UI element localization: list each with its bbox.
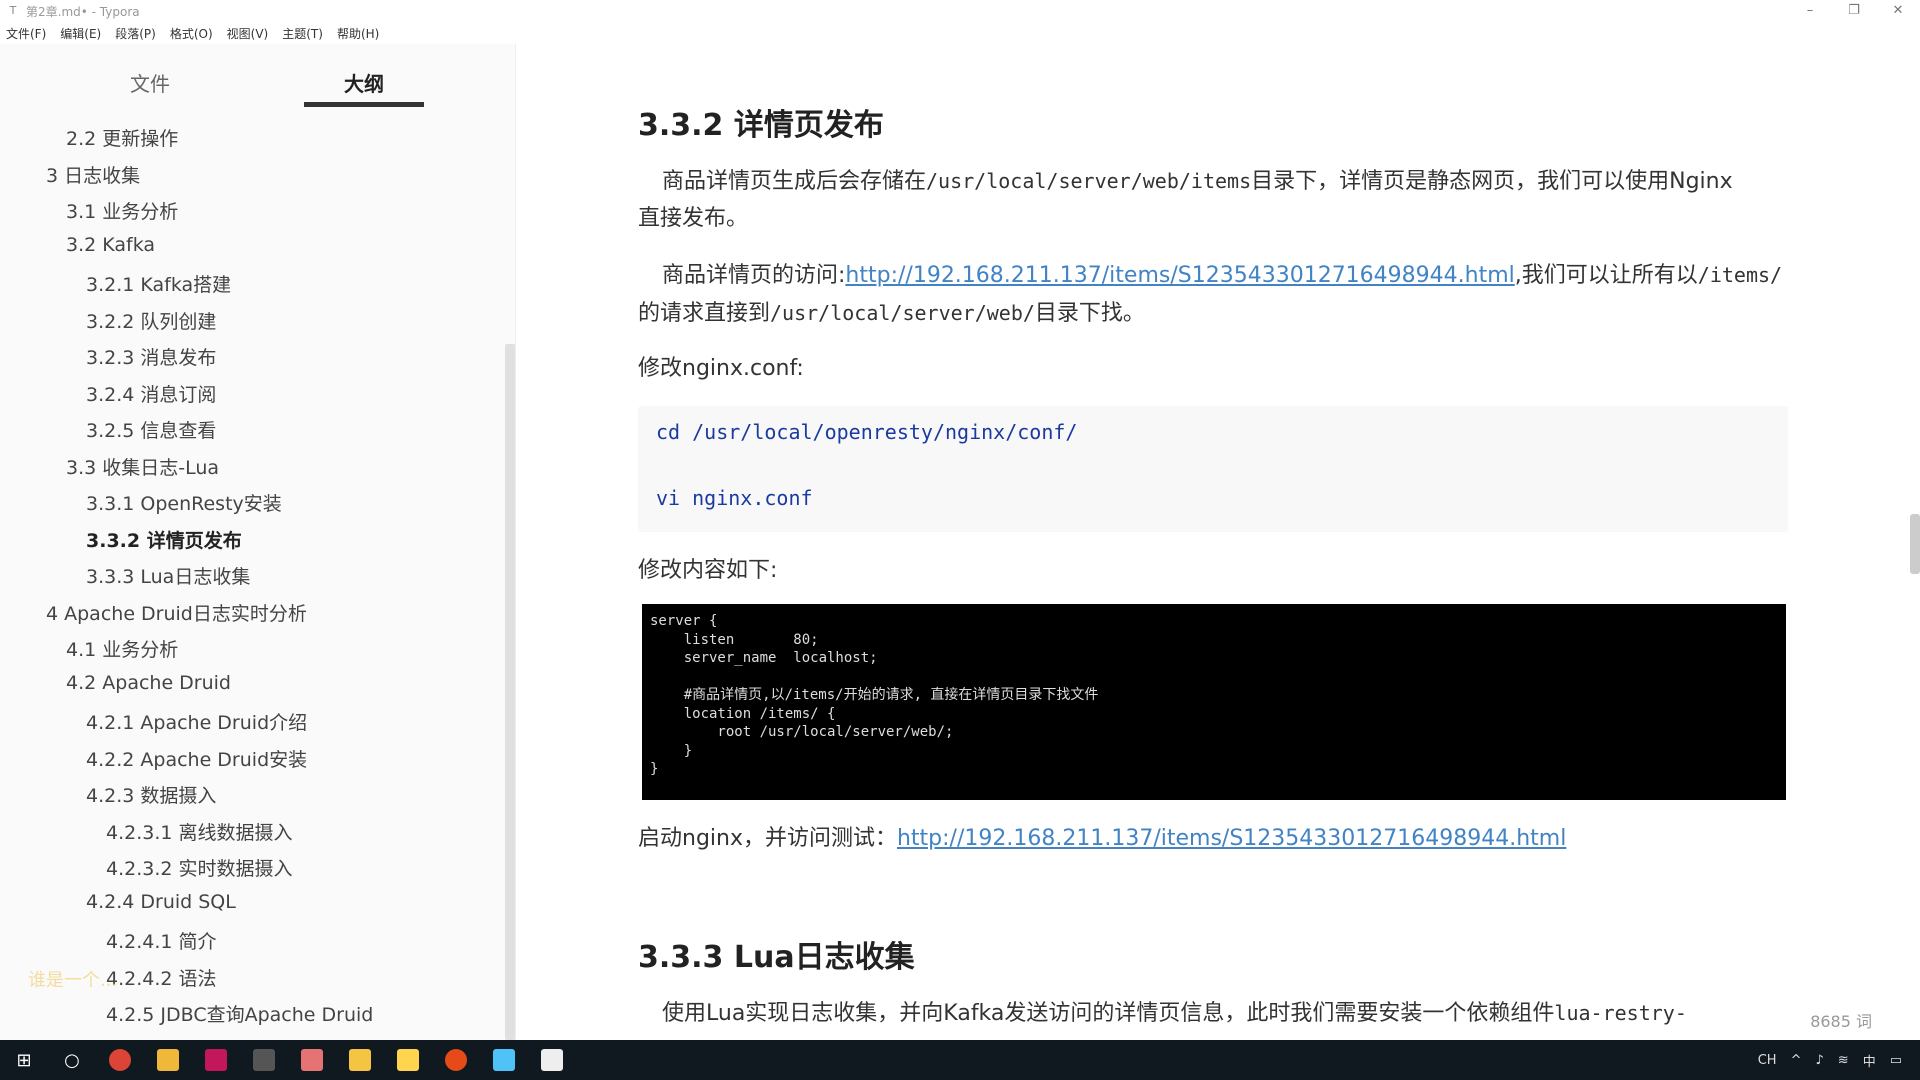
outline-item[interactable]: 4.2.3 数据摄入 <box>86 781 216 808</box>
heading-333: 3.3.3 Lua日志收集 <box>638 940 915 975</box>
window-title: 第2章.md• - Typora <box>26 4 140 19</box>
outline-item[interactable]: 3.2.1 Kafka搭建 <box>86 270 231 297</box>
sidebar: 文件 大纲 2.2 更新操作 3 日志收集 3.1 业务分析 3.2 Kafka 3.2… <box>0 44 516 1040</box>
outline-item[interactable]: 4.1 业务分析 <box>66 635 178 662</box>
paragraph-1-cont: 直接发布。 <box>638 206 749 231</box>
sidebar-scrollbar[interactable] <box>505 344 515 1040</box>
outline-item[interactable]: 3.2.3 消息发布 <box>86 343 216 370</box>
taskbar: ⊞ ○ CH ^ ♪ ≋ 中 ▭ <box>0 1040 1920 1080</box>
tab-underline <box>304 102 424 107</box>
explorer-icon[interactable] <box>480 1040 528 1080</box>
detail-page-link[interactable]: http://192.168.211.137/items/S1235433012… <box>845 263 1514 288</box>
menu-help[interactable]: 帮助(H) <box>337 25 379 42</box>
notification-icon[interactable]: ▭ <box>1890 1053 1902 1068</box>
typora-app-icon: T <box>9 4 17 17</box>
outline-item[interactable]: 3.2 Kafka <box>66 234 155 256</box>
minimize-button[interactable]: – <box>1788 0 1832 22</box>
nginx-config-screenshot: server { listen 80; server_name localhos… <box>642 604 1786 800</box>
terminal-icon[interactable] <box>240 1040 288 1080</box>
typora-icon[interactable] <box>144 1040 192 1080</box>
menu-file[interactable]: 文件(F) <box>6 25 46 42</box>
tab-files[interactable]: 文件 <box>130 68 170 97</box>
heading-332: 3.3.2 详情页发布 <box>638 108 884 143</box>
editor-area[interactable]: 3.3.2 详情页发布 商品详情页生成后会存储在/usr/local/serve… <box>516 44 1920 1040</box>
folder-icon[interactable] <box>336 1040 384 1080</box>
code-line-2: vi nginx.conf <box>656 486 813 510</box>
word-count[interactable]: 8685 词 <box>1810 1008 1872 1032</box>
chevron-up-icon[interactable]: ^ <box>1791 1053 1802 1068</box>
paragraph-4: 修改内容如下: <box>638 558 778 583</box>
notes-icon[interactable] <box>528 1040 576 1080</box>
outline-item[interactable]: 3.1 业务分析 <box>66 197 178 224</box>
test-link[interactable]: http://192.168.211.137/items/S1235433012… <box>897 826 1566 851</box>
paragraph-2: 商品详情页的访问:http://192.168.211.137/items/S1… <box>662 263 1783 288</box>
outline-item[interactable]: 3.2.5 信息查看 <box>86 416 216 443</box>
close-button[interactable]: ✕ <box>1876 0 1920 22</box>
menu-view[interactable]: 视图(V) <box>227 25 269 42</box>
code-line-1: cd /usr/local/openresty/nginx/conf/ <box>656 420 1078 444</box>
restore-button[interactable]: ❐ <box>1832 0 1876 22</box>
outline-item[interactable]: 4.2.2 Apache Druid安装 <box>86 745 307 772</box>
screen-icon[interactable] <box>288 1040 336 1080</box>
watermark: 谁是一个... <box>28 970 118 991</box>
code-block[interactable]: cd /usr/local/openresty/nginx/conf/ vi n… <box>638 406 1788 532</box>
paragraph-6: 使用Lua实现日志收集，并向Kafka发送访问的详情页信息，此时我们需要安装一个… <box>662 1001 1687 1026</box>
outline-item[interactable]: 4.2.3.2 实时数据摄入 <box>106 854 293 881</box>
sidebar-tabs: 文件 大纲 <box>0 44 515 108</box>
outline-item[interactable]: 4 Apache Druid日志实时分析 <box>46 599 307 626</box>
inline-code-web-path: /usr/local/server/web/ <box>770 301 1035 325</box>
outline-item[interactable]: 2.2 更新操作 <box>66 124 178 151</box>
inline-code-items-path: /usr/local/server/web/items <box>926 169 1252 193</box>
paragraph-3: 修改nginx.conf: <box>638 356 804 381</box>
outline-item[interactable]: 3.2.2 队列创建 <box>86 307 216 334</box>
volume-icon[interactable]: ♪ <box>1815 1053 1823 1068</box>
paint-icon[interactable] <box>384 1040 432 1080</box>
tab-outline[interactable]: 大纲 <box>344 68 384 97</box>
menu-bar: 文件(F) 编辑(E) 段落(P) 格式(O) 视图(V) 主题(T) 帮助(H… <box>0 22 1920 44</box>
menu-format[interactable]: 格式(O) <box>170 25 213 42</box>
search-icon[interactable]: ○ <box>48 1040 96 1080</box>
lang-indicator[interactable]: CH <box>1758 1053 1777 1068</box>
outline-item[interactable]: 4.2 Apache Druid <box>66 672 231 694</box>
outline-item[interactable]: 3.3 收集日志-Lua <box>66 453 219 480</box>
paragraph-5: 启动nginx，并访问测试：http://192.168.211.137/ite… <box>638 826 1567 851</box>
outline-item[interactable]: 4.2.4.1 简介 <box>106 927 217 954</box>
outline-item[interactable]: 3 日志收集 <box>46 161 140 188</box>
windows-icon[interactable]: ⊞ <box>0 1040 48 1080</box>
outline-item[interactable]: 4.2.5 JDBC查询Apache Druid <box>106 1000 373 1027</box>
menu-theme[interactable]: 主题(T) <box>282 25 323 42</box>
intellij-icon[interactable] <box>192 1040 240 1080</box>
outline-item[interactable]: 3.2.4 消息订阅 <box>86 380 216 407</box>
title-bar: T 第2章.md• - Typora – ❐ ✕ <box>0 0 1920 22</box>
outline-item[interactable]: 4.2.4 Druid SQL <box>86 891 236 913</box>
chrome-icon[interactable] <box>96 1040 144 1080</box>
outline-item[interactable]: 3.3.2 详情页发布 <box>86 526 242 553</box>
paragraph-1: 商品详情页生成后会存储在/usr/local/server/web/items目… <box>662 169 1733 194</box>
outline-item[interactable]: 3.3.3 Lua日志收集 <box>86 562 250 589</box>
outline-item[interactable]: 4.2.3.1 离线数据摄入 <box>106 818 293 845</box>
outline-item[interactable]: 4.2.4.2 语法 <box>106 964 217 991</box>
menu-paragraph[interactable]: 段落(P) <box>115 25 156 42</box>
outline-item[interactable]: 4.2.1 Apache Druid介绍 <box>86 708 307 735</box>
recorder-icon[interactable] <box>432 1040 480 1080</box>
paragraph-2-cont: 的请求直接到/usr/local/server/web/目录下找。 <box>638 301 1145 326</box>
editor-scrollbar[interactable] <box>1910 514 1920 574</box>
outline-item[interactable]: 3.3.1 OpenResty安装 <box>86 489 282 516</box>
inline-code-lua-restry: lua-restry- <box>1554 1001 1687 1025</box>
network-icon[interactable]: ≋ <box>1838 1053 1849 1068</box>
ime-indicator[interactable]: 中 <box>1863 1051 1876 1070</box>
menu-edit[interactable]: 编辑(E) <box>60 25 101 42</box>
inline-code-items: /items/ <box>1697 263 1783 287</box>
system-tray: CH ^ ♪ ≋ 中 ▭ <box>1758 1040 1920 1080</box>
